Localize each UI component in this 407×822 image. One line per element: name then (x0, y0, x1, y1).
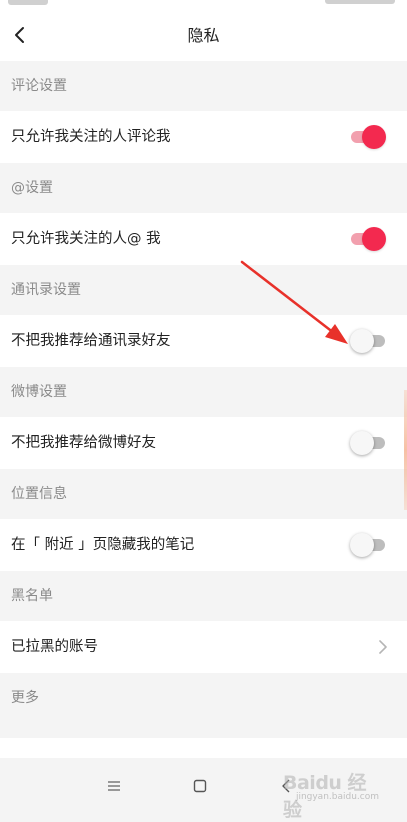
page-title: 隐私 (187, 26, 220, 45)
setting-row-mention[interactable]: 只允许我关注的人@ 我 (0, 213, 407, 265)
section-title: 评论设置 (11, 78, 67, 94)
top-nav-bar: 隐私 (0, 10, 407, 61)
square-home-icon (193, 779, 207, 793)
setting-row-location[interactable]: 在「 附近 」页隐藏我的笔记 (0, 519, 407, 571)
setting-label: 在「 附近 」页隐藏我的笔记 (11, 537, 195, 553)
section-title: 微博设置 (11, 384, 67, 400)
location-toggle[interactable] (350, 533, 385, 557)
section-title: @设置 (11, 180, 53, 196)
weibo-toggle[interactable] (350, 431, 385, 455)
section-header-comment: 评论设置 (0, 61, 407, 111)
section-title: 黑名单 (11, 588, 53, 604)
baidu-watermark: Baidu 经验 jingyan.baidu.com (283, 762, 379, 821)
section-title: 位置信息 (11, 486, 67, 502)
menu-icon (108, 781, 120, 791)
section-title: 通讯录设置 (11, 282, 81, 298)
comment-toggle[interactable] (351, 125, 386, 149)
status-bar-left (8, 0, 48, 5)
setting-label: 只允许我关注的人评论我 (11, 129, 171, 145)
section-header-location: 位置信息 (0, 469, 407, 519)
watermark-subtext: jingyan.baidu.com (295, 792, 379, 802)
setting-row-blacklist[interactable]: 已拉黑的账号 (0, 621, 407, 673)
section-header-contacts: 通讯录设置 (0, 265, 407, 315)
mention-toggle[interactable] (351, 227, 386, 251)
setting-label: 不把我推荐给通讯录好友 (11, 333, 171, 349)
setting-label: 已拉黑的账号 (11, 639, 98, 655)
setting-label: 只允许我关注的人@ 我 (11, 231, 161, 247)
setting-label: 不把我推荐给微博好友 (11, 435, 156, 451)
system-menu-button[interactable] (100, 772, 128, 800)
setting-row-comment[interactable]: 只允许我关注的人评论我 (0, 111, 407, 163)
status-bar-right (325, 0, 395, 4)
setting-row-contacts[interactable]: 不把我推荐给通讯录好友 (0, 315, 407, 367)
section-header-more: 更多 (0, 673, 407, 723)
contacts-toggle[interactable] (350, 329, 385, 353)
section-header-mention: @设置 (0, 163, 407, 213)
chevron-right-icon (379, 640, 387, 654)
status-bar (0, 0, 407, 10)
section-header-weibo: 微博设置 (0, 367, 407, 417)
system-home-button[interactable] (186, 772, 214, 800)
section-title: 更多 (11, 690, 39, 706)
section-header-blacklist: 黑名单 (0, 571, 407, 621)
setting-row-weibo[interactable]: 不把我推荐给微博好友 (0, 417, 407, 469)
more-section-row[interactable] (0, 738, 407, 758)
